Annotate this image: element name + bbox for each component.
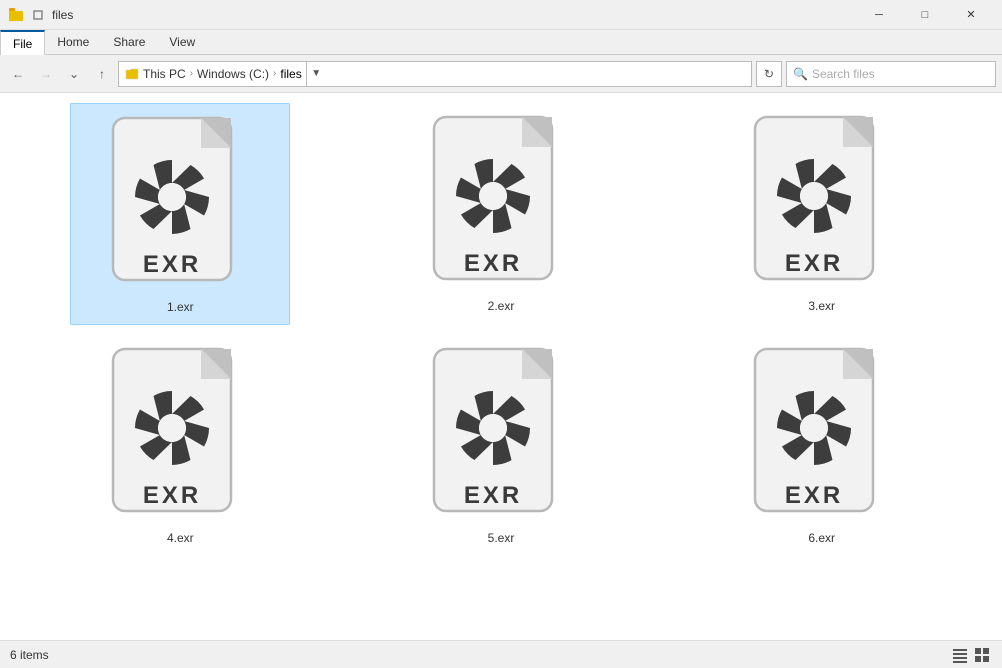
file-name: 3.exr	[808, 299, 835, 313]
search-bar[interactable]: 🔍 Search files	[786, 61, 996, 87]
file-item[interactable]: EXR 2.exr	[391, 103, 611, 325]
app-icon	[8, 7, 24, 23]
breadcrumb-files: files	[280, 67, 301, 81]
tab-home[interactable]: Home	[45, 30, 101, 54]
svg-text:EXR: EXR	[464, 482, 522, 509]
up-button[interactable]: ↑	[90, 62, 114, 86]
search-placeholder: Search files	[812, 67, 875, 81]
svg-text:EXR: EXR	[464, 250, 522, 277]
exr-file-icon: EXR	[426, 113, 576, 293]
view-buttons	[950, 645, 992, 665]
address-bar[interactable]: This PC › Windows (C:) › files ▼	[118, 61, 752, 87]
minimize-button[interactable]: ─	[856, 0, 902, 30]
breadcrumb-windows-c[interactable]: Windows (C:)	[197, 67, 269, 81]
svg-text:EXR: EXR	[784, 482, 842, 509]
address-dropdown-button[interactable]: ▼	[306, 61, 326, 87]
breadcrumb-arrow-2: ›	[273, 68, 276, 79]
exr-file-icon: EXR	[747, 345, 897, 525]
pin-icon	[30, 7, 46, 23]
file-name: 5.exr	[488, 531, 515, 545]
back-button[interactable]: ←	[6, 62, 30, 86]
svg-text:EXR: EXR	[784, 250, 842, 277]
ribbon: File Home Share View	[0, 30, 1002, 55]
search-icon: 🔍	[793, 67, 808, 81]
file-item[interactable]: EXR 3.exr	[712, 103, 932, 325]
tab-file[interactable]: File	[0, 30, 45, 55]
ribbon-tabs: File Home Share View	[0, 30, 1002, 54]
file-name: 1.exr	[167, 300, 194, 314]
folder-icon	[125, 68, 139, 80]
exr-file-icon: EXR	[105, 345, 255, 525]
close-button[interactable]: ✕	[948, 0, 994, 30]
file-item[interactable]: EXR 5.exr	[391, 335, 611, 555]
file-item[interactable]: EXR 1.exr	[70, 103, 290, 325]
nav-bar: ← → ⌄ ↑ This PC › Windows (C:) › files ▼…	[0, 55, 1002, 93]
svg-text:EXR: EXR	[143, 251, 201, 278]
maximize-button[interactable]: □	[902, 0, 948, 30]
file-item[interactable]: EXR 4.exr	[70, 335, 290, 555]
details-view-button[interactable]	[950, 645, 970, 665]
large-icons-view-button[interactable]	[972, 645, 992, 665]
tab-view[interactable]: View	[157, 30, 207, 54]
window-controls: ─ □ ✕	[856, 0, 994, 30]
file-name: 2.exr	[488, 299, 515, 313]
exr-file-icon: EXR	[747, 113, 897, 293]
items-count: 6 items	[10, 648, 49, 662]
exr-file-icon: EXR	[426, 345, 576, 525]
svg-text:EXR: EXR	[143, 482, 201, 509]
breadcrumb-this-pc[interactable]: This PC	[143, 67, 186, 81]
title-bar: files ─ □ ✕	[0, 0, 1002, 30]
tab-share[interactable]: Share	[101, 30, 157, 54]
file-grid: EXR 1.exr EXR 2.exr EXR 3.exr EXR 4.exr	[0, 93, 1002, 641]
file-item[interactable]: EXR 6.exr	[712, 335, 932, 555]
status-bar: 6 items	[0, 640, 1002, 668]
window-title: files	[52, 8, 73, 22]
forward-button[interactable]: →	[34, 62, 58, 86]
file-name: 4.exr	[167, 531, 194, 545]
file-name: 6.exr	[808, 531, 835, 545]
title-bar-left: files	[8, 7, 73, 23]
recent-button[interactable]: ⌄	[62, 62, 86, 86]
exr-file-icon: EXR	[105, 114, 255, 294]
refresh-button[interactable]: ↻	[756, 61, 782, 87]
breadcrumb-arrow-1: ›	[190, 68, 193, 79]
